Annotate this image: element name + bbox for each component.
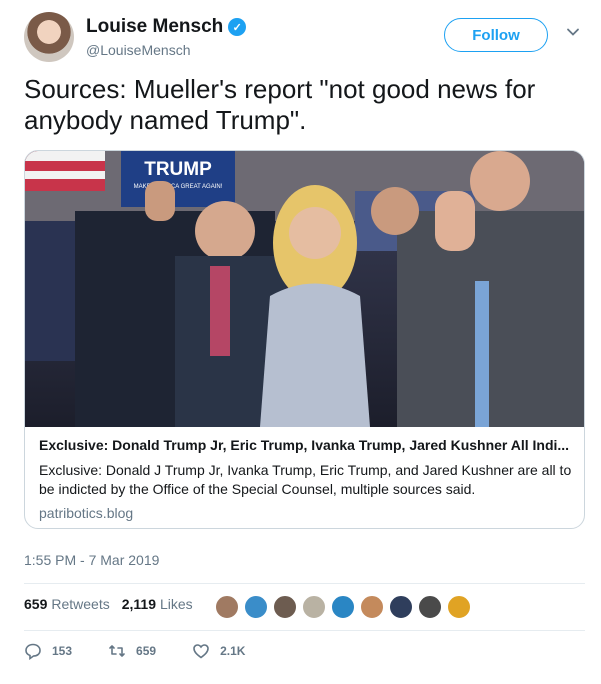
reply-count: 153 (52, 644, 73, 658)
link-card[interactable]: TRUMP MAKE AMERICA GREAT AGAIN! Exclusiv… (24, 150, 585, 529)
liker-avatar[interactable] (417, 594, 443, 620)
retweet-count: 659 (136, 644, 157, 658)
card-title[interactable]: Exclusive: Donald Trump Jr, Eric Trump, … (39, 437, 572, 453)
tweet-header: Louise Mensch ✓ @LouiseMensch Follow (24, 12, 584, 64)
author-name-row: Louise Mensch ✓ (86, 16, 247, 38)
likes-label[interactable]: Likes (160, 596, 193, 612)
tweet-stats: 659 Retweets 2,119 Likes (24, 596, 205, 612)
card-description: Exclusive: Donald J Trump Jr, Ivanka Tru… (39, 462, 572, 497)
author-avatar[interactable] (24, 12, 74, 62)
card-photo: TRUMP MAKE AMERICA GREAT AGAIN! (25, 151, 584, 427)
retweets-label[interactable]: Retweets (51, 596, 109, 612)
liker-avatar[interactable] (388, 594, 414, 620)
liker-avatar[interactable] (243, 594, 269, 620)
reply-button[interactable]: 153 (24, 642, 72, 660)
liker-avatar[interactable] (359, 594, 385, 620)
author-name[interactable]: Louise Mensch (86, 16, 223, 38)
likers-avatars (214, 594, 472, 620)
follow-button[interactable]: Follow (444, 18, 548, 52)
tweet-actions: 153 659 2.1K (24, 642, 281, 660)
retweet-button[interactable]: 659 (108, 642, 156, 660)
reply-icon (25, 643, 41, 660)
card-image[interactable]: TRUMP MAKE AMERICA GREAT AGAIN! (25, 151, 584, 427)
retweet-icon (109, 645, 125, 657)
liker-avatar[interactable] (214, 594, 240, 620)
liker-avatar[interactable] (446, 594, 472, 620)
heart-icon (193, 644, 209, 659)
divider (24, 583, 585, 584)
likes-count[interactable]: 2,119 (122, 596, 156, 612)
tweet-text: Sources: Mueller's report "not good news… (24, 74, 536, 135)
liker-avatar[interactable] (301, 594, 327, 620)
tweet-timestamp[interactable]: 1:55 PM - 7 Mar 2019 (24, 552, 159, 568)
like-button[interactable]: 2.1K (192, 642, 245, 660)
divider (24, 630, 585, 631)
card-body: Exclusive: Donald Trump Jr, Eric Trump, … (25, 427, 584, 528)
card-domain[interactable]: patribotics.blog (39, 505, 572, 521)
like-count: 2.1K (220, 644, 246, 658)
liker-avatar[interactable] (330, 594, 356, 620)
author-handle[interactable]: @LouiseMensch (86, 42, 191, 58)
verified-badge-icon: ✓ (228, 18, 247, 36)
retweets-count[interactable]: 659 (24, 596, 47, 612)
liker-avatar[interactable] (272, 594, 298, 620)
sign-title: TRUMP (144, 159, 212, 180)
chevron-down-icon[interactable] (566, 25, 580, 39)
